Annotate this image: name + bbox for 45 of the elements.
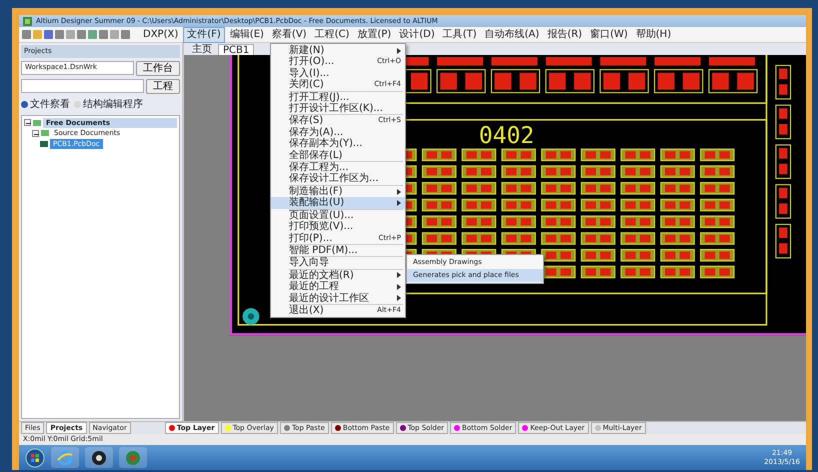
browser-icon[interactable] [51, 447, 79, 468]
radio-button[interactable] [21, 100, 28, 108]
app-icon[interactable] [85, 447, 113, 468]
start-icon[interactable] [25, 448, 45, 468]
radio-label: 文件察看 [30, 98, 70, 112]
menu-item[interactable]: 打开工程(J)... [271, 92, 405, 104]
radio-button[interactable] [74, 100, 81, 108]
menu-item[interactable]: 自动布线(A) [482, 28, 542, 42]
menu-item[interactable]: 打印预览(V)... [271, 221, 405, 232]
expander-icon[interactable] [32, 130, 39, 137]
submenu-arrow-icon [397, 48, 401, 54]
menu-item[interactable]: 窗口(W) [587, 28, 631, 42]
menu-item[interactable]: 工具(T) [440, 28, 480, 42]
menu-item[interactable]: 新建(N) [271, 45, 405, 56]
menu-item[interactable]: 最近的工程 [271, 281, 405, 293]
menu-item[interactable]: 报告(R) [544, 28, 586, 42]
menu-item[interactable]: 文件(F) [183, 26, 225, 42]
radio-label: 结构编辑程序 [83, 98, 143, 112]
menu-item[interactable]: 察看(V) [268, 28, 310, 42]
menu-item[interactable]: 工程(C) [312, 28, 352, 42]
menu-item[interactable]: 保存为(A)... [271, 126, 405, 138]
workspace-button[interactable]: 工作台 [136, 60, 180, 76]
menu-item[interactable]: 设计(D) [396, 28, 438, 42]
document-tab[interactable]: 主页 [188, 44, 216, 55]
document-tab[interactable]: PCB1 [218, 44, 254, 55]
menu-item[interactable]: 智能 PDF(M)... [271, 244, 405, 256]
menu-item[interactable]: 装配输出(U) [271, 197, 405, 209]
menu-item[interactable]: 保存设计工作区为... [271, 173, 405, 185]
expander-icon[interactable] [24, 119, 31, 126]
menu-item[interactable]: 保存工程为... [271, 162, 405, 174]
menu-item[interactable]: 帮助(H) [632, 28, 674, 42]
menu-item[interactable]: 全部保存(L) [271, 150, 405, 162]
menu-item[interactable]: 打开设计工作区(K)... [271, 103, 405, 114]
project-field[interactable] [21, 78, 144, 92]
menu-item[interactable]: DXP(X) [140, 28, 182, 42]
menu-item[interactable]: 编辑(E) [226, 28, 267, 42]
menu-item[interactable]: 保存副本为(Y)... [271, 138, 405, 150]
app-icon [23, 16, 32, 26]
board-label: 0402 [478, 122, 534, 149]
menu-item[interactable]: 最近的文档(R) [271, 270, 405, 282]
menu-item[interactable]: 放置(P) [354, 28, 394, 42]
menu-item[interactable]: 导入向导 [271, 257, 405, 269]
menu-item[interactable]: 导入(I)... [271, 68, 405, 80]
menu-item[interactable]: 页面设置(U)... [271, 210, 405, 222]
project-button[interactable]: 工程 [146, 78, 180, 94]
